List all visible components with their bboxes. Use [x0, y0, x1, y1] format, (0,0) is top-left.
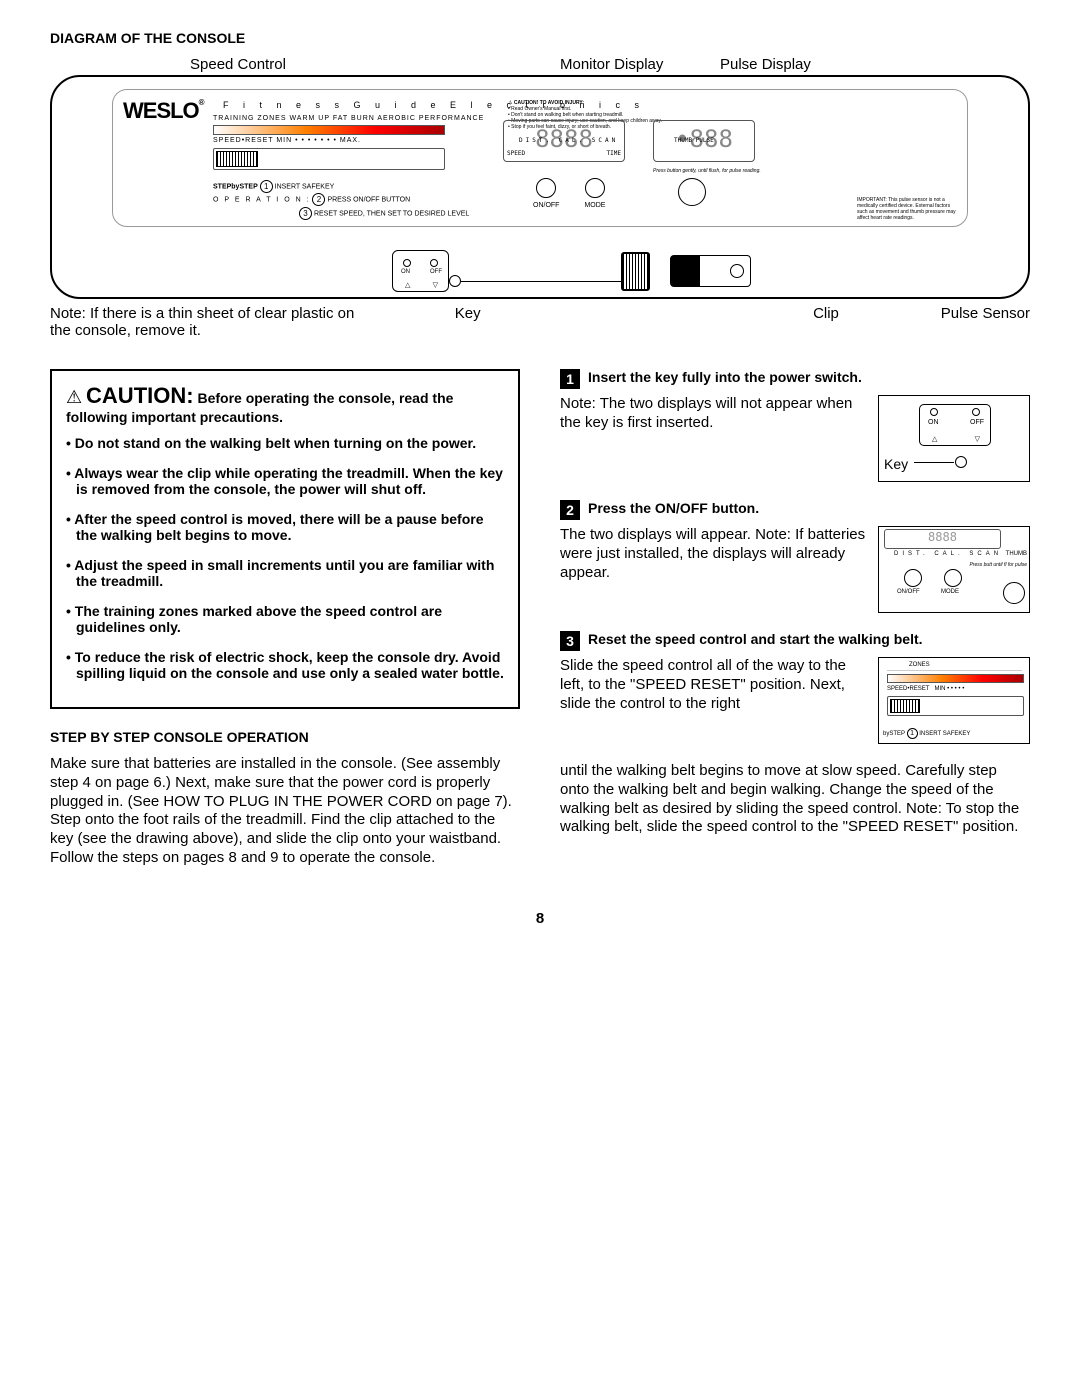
right-column: 1 Insert the key fully into the power sw…: [560, 369, 1030, 880]
onoff-button-icon: [536, 178, 556, 198]
pulse-disclaimer: IMPORTANT: This pulse sensor is not a me…: [857, 197, 957, 221]
bullet-6: To reduce the risk of electric shock, ke…: [66, 649, 504, 681]
label-key: Key: [438, 305, 498, 339]
pulse-display-box: •888 THUMB PULSE: [653, 120, 755, 162]
step-1-figure: ON OFF △ ▽ Key: [878, 395, 1030, 482]
step-1-header: 1 Insert the key fully into the power sw…: [560, 369, 1030, 389]
step-1-title: Insert the key fully into the power swit…: [588, 369, 862, 385]
note-plastic: Note: If there is a thin sheet of clear …: [50, 305, 370, 339]
diagram-bottom-labels: Note: If there is a thin sheet of clear …: [50, 305, 1030, 339]
label-monitor-display: Monitor Display: [560, 56, 720, 73]
warning-icon: ⚠: [66, 387, 82, 408]
monitor-display-box: SPEED 8888 TIME DIST. CAL. SCAN: [503, 120, 625, 162]
section-title: DIAGRAM OF THE CONSOLE: [50, 30, 1030, 46]
pulse-sensor-icon: [670, 255, 751, 287]
step-1-text: Note: The two displays will not appear w…: [560, 395, 868, 482]
label-pulse-sensor: Pulse Sensor: [941, 305, 1030, 339]
key-clip-diagram: ON OFF △ ▽: [392, 250, 751, 292]
mode-button-icon: [585, 178, 605, 198]
console-buttons: ON/OFF MODE: [533, 178, 605, 209]
step-3-header: 3 Reset the speed control and start the …: [560, 631, 1030, 651]
bullet-2: Always wear the clip while operating the…: [66, 465, 504, 497]
diagram-top-labels: Speed Control Monitor Display Pulse Disp…: [50, 56, 1030, 73]
step-1-num: 1: [560, 369, 580, 389]
speed-scale-row: SPEED•RESET MIN • • • • • • • MAX.: [213, 137, 361, 144]
caution-bullets: Do not stand on the walking belt when tu…: [66, 435, 504, 681]
console-diagram: WESLO® F i t n e s s G u i d e E l e c t…: [50, 75, 1030, 299]
step-2-figure: 8888 DIST. CAL. SCAN THUMB Press butt un…: [878, 526, 1030, 613]
step-2-num: 2: [560, 500, 580, 520]
step-3-text: Slide the speed control all of the way t…: [560, 657, 868, 744]
bullet-5: The training zones marked above the spee…: [66, 603, 504, 635]
bullet-3: After the speed control is moved, there …: [66, 511, 504, 543]
key-cord: [461, 281, 621, 282]
label-speed-control: Speed Control: [190, 56, 390, 73]
step-3-num: 3: [560, 631, 580, 651]
speed-slider-track: [213, 148, 445, 170]
step-3-figure: ZONES SPEED•RESET MIN • • • • • bySTEP 1…: [878, 657, 1030, 744]
step-by-step-panel: STEPbySTEP 1 INSERT SAFEKEY O P E R A T …: [213, 180, 469, 220]
speed-slider-thumb: [216, 151, 258, 167]
caution-title: CAUTION:: [86, 383, 194, 408]
pulse-button-icon: [678, 178, 706, 206]
bullet-1: Do not stand on the walking belt when tu…: [66, 435, 504, 451]
caution-box: ⚠ CAUTION: Before operating the console,…: [50, 369, 520, 709]
step-2-text: The two displays will appear. Note: If b…: [560, 526, 868, 613]
training-gradient: [213, 125, 445, 135]
thumb-instruction: Press button gently, until flush, for pu…: [653, 168, 761, 174]
page-number: 8: [50, 910, 1030, 927]
step-3-continuation: until the walking belt begins to move at…: [560, 762, 1030, 837]
step-2-title: Press the ON/OFF button.: [588, 500, 759, 516]
power-switch-icon: ON OFF △ ▽: [392, 250, 449, 292]
subsection-para: Make sure that batteries are installed i…: [50, 755, 520, 868]
subsection-title: STEP BY STEP CONSOLE OPERATION: [50, 729, 520, 745]
label-clip: Clip: [813, 305, 873, 339]
brand-logo: WESLO®: [123, 98, 204, 124]
bullet-4: Adjust the speed in small increments unt…: [66, 557, 504, 589]
training-zones-row: TRAINING ZONES WARM UP FAT BURN AEROBIC …: [213, 115, 484, 122]
label-pulse-display: Pulse Display: [720, 56, 811, 73]
left-column: ⚠ CAUTION: Before operating the console,…: [50, 369, 520, 880]
clip-icon: [621, 252, 650, 291]
step-2-header: 2 Press the ON/OFF button.: [560, 500, 1030, 520]
step-3-title: Reset the speed control and start the wa…: [588, 631, 923, 647]
